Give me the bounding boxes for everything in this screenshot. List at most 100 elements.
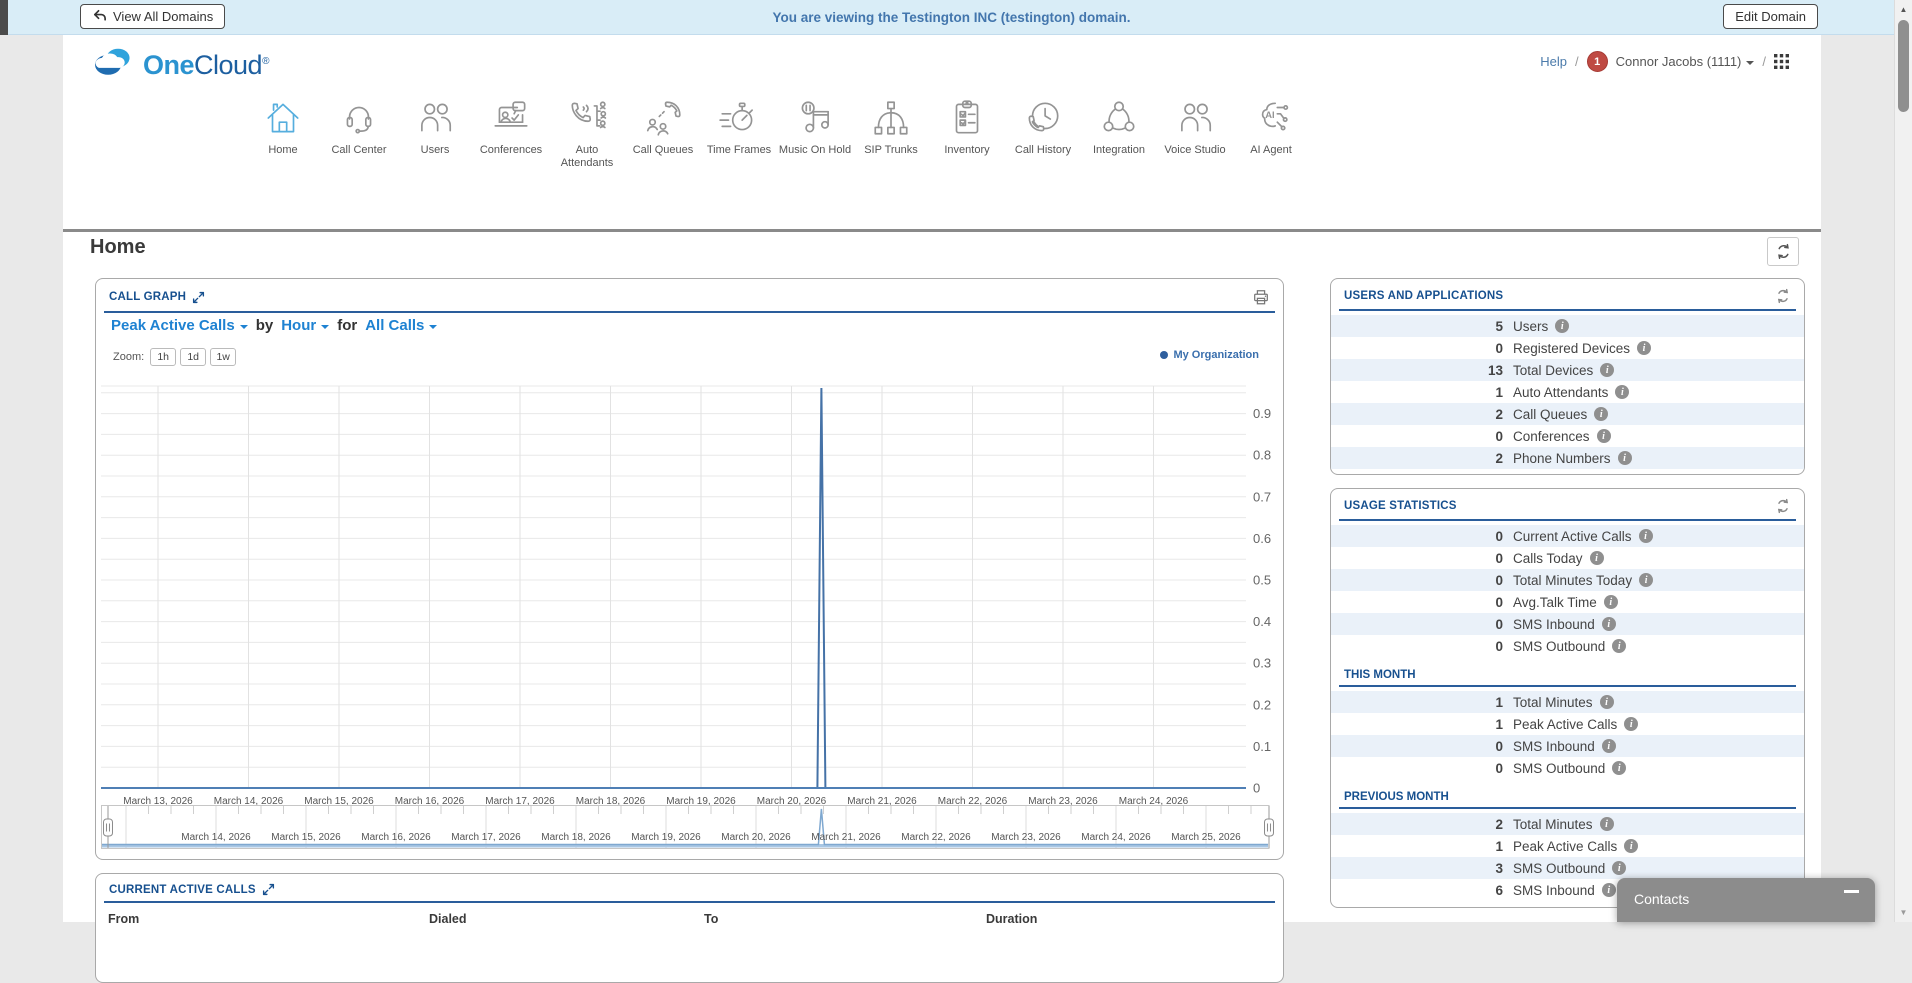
nav-item-auto-attendants[interactable]: Auto Attendants bbox=[549, 91, 625, 170]
onecloud-logo[interactable]: OneCloud® bbox=[92, 44, 269, 83]
svg-text:0.4: 0.4 bbox=[1253, 614, 1271, 629]
info-icon[interactable]: i bbox=[1615, 385, 1629, 399]
apps-grid-icon[interactable] bbox=[1774, 54, 1789, 69]
nav-item-call-queues[interactable]: Call Queues bbox=[625, 91, 701, 170]
svg-text:March 25, 2026: March 25, 2026 bbox=[1171, 832, 1241, 843]
info-icon[interactable]: i bbox=[1602, 883, 1616, 897]
info-icon[interactable]: i bbox=[1604, 595, 1618, 609]
nav-item-call-history[interactable]: Call History bbox=[1005, 91, 1081, 170]
stat-value: 1 bbox=[1331, 717, 1503, 732]
stat-label: Auto Attendants bbox=[1513, 385, 1608, 400]
help-link[interactable]: Help bbox=[1540, 54, 1567, 69]
info-icon[interactable]: i bbox=[1639, 573, 1653, 587]
nav-item-time-frames[interactable]: Time Frames bbox=[701, 91, 777, 170]
info-icon[interactable]: i bbox=[1600, 695, 1614, 709]
calls-table-header: FromDialedToDuration bbox=[96, 912, 1283, 934]
nav-item-home[interactable]: Home bbox=[245, 91, 321, 170]
print-icon[interactable] bbox=[1252, 288, 1270, 306]
svg-text:March 15, 2026: March 15, 2026 bbox=[271, 832, 341, 843]
separator: / bbox=[1762, 54, 1766, 69]
info-icon[interactable]: i bbox=[1594, 407, 1608, 421]
navigator-left-handle[interactable] bbox=[104, 806, 113, 848]
info-icon[interactable]: i bbox=[1597, 429, 1611, 443]
stat-label: Call Queues bbox=[1513, 407, 1587, 422]
zoom-1d-button[interactable]: 1d bbox=[180, 348, 206, 366]
stat-row: 3SMS Outboundi bbox=[1331, 857, 1804, 879]
nav-item-music-on-hold[interactable]: Music On Hold bbox=[777, 91, 853, 170]
view-all-domains-label: View All Domains bbox=[113, 9, 213, 24]
scrollbar-thumb[interactable] bbox=[1898, 20, 1909, 112]
stat-row: 1Total Minutesi bbox=[1331, 691, 1804, 713]
stat-value: 0 bbox=[1331, 529, 1503, 544]
stat-row: 2Total Minutesi bbox=[1331, 813, 1804, 835]
info-icon[interactable]: i bbox=[1600, 363, 1614, 377]
stat-row: 1Peak Active Callsi bbox=[1331, 835, 1804, 857]
nav-item-label: Time Frames bbox=[707, 144, 771, 157]
scroll-up-arrow-icon[interactable]: ▲ bbox=[1895, 1, 1912, 18]
page-refresh-button[interactable] bbox=[1767, 237, 1799, 266]
minimize-icon[interactable] bbox=[1844, 890, 1859, 893]
info-icon[interactable]: i bbox=[1618, 451, 1632, 465]
metric-dropdown[interactable]: Peak Active Calls bbox=[111, 317, 248, 334]
info-icon[interactable]: i bbox=[1555, 319, 1569, 333]
svg-text:March 14, 2026: March 14, 2026 bbox=[181, 832, 251, 843]
scroll-down-arrow-icon[interactable]: ▼ bbox=[1895, 904, 1912, 921]
logo-wordmark: OneCloud® bbox=[143, 46, 269, 81]
interval-dropdown[interactable]: Hour bbox=[281, 317, 329, 334]
info-icon[interactable]: i bbox=[1602, 739, 1616, 753]
nav-item-call-center[interactable]: Call Center bbox=[321, 91, 397, 170]
nav-item-sip-trunks[interactable]: SIP Trunks bbox=[853, 91, 929, 170]
nav-item-conferences[interactable]: Conferences bbox=[473, 91, 549, 170]
info-icon[interactable]: i bbox=[1600, 817, 1614, 831]
stat-value: 0 bbox=[1331, 595, 1503, 610]
nav-item-ai-agent[interactable]: AIAI Agent bbox=[1233, 91, 1309, 170]
filter-dropdown[interactable]: All Calls bbox=[365, 317, 437, 334]
refresh-icon[interactable] bbox=[1775, 498, 1791, 514]
zoom-1w-button[interactable]: 1w bbox=[210, 348, 236, 366]
expand-icon[interactable] bbox=[192, 291, 205, 304]
stat-row: 0SMS Inboundi bbox=[1331, 613, 1804, 635]
info-icon[interactable]: i bbox=[1590, 551, 1604, 565]
conference-icon bbox=[490, 97, 532, 139]
expand-icon[interactable] bbox=[262, 883, 275, 896]
nav-item-users[interactable]: Users bbox=[397, 91, 473, 170]
chevron-down-icon bbox=[240, 325, 248, 329]
svg-text:March 16, 2026: March 16, 2026 bbox=[361, 832, 431, 843]
nav-item-label: AI Agent bbox=[1250, 144, 1292, 157]
info-icon[interactable]: i bbox=[1624, 839, 1638, 853]
info-icon[interactable]: i bbox=[1624, 717, 1638, 731]
refresh-icon[interactable] bbox=[1775, 288, 1791, 304]
stat-row: 2Phone Numbersi bbox=[1331, 447, 1804, 469]
stat-label: SMS Outbound bbox=[1513, 761, 1605, 776]
stat-value: 0 bbox=[1331, 761, 1503, 776]
stat-value: 13 bbox=[1331, 363, 1503, 378]
stat-row: 0SMS Inboundi bbox=[1331, 735, 1804, 757]
info-icon[interactable]: i bbox=[1612, 761, 1626, 775]
info-icon[interactable]: i bbox=[1612, 861, 1626, 875]
contacts-dock[interactable]: Contacts bbox=[1617, 878, 1875, 922]
title-rule bbox=[104, 901, 1275, 903]
stat-value: 0 bbox=[1331, 617, 1503, 632]
user-dropdown[interactable]: Connor Jacobs (1111) bbox=[1616, 54, 1755, 69]
auto-attendant-icon bbox=[566, 97, 608, 139]
call-graph-chart[interactable]: March 13, 2026March 14, 2026March 15, 20… bbox=[101, 379, 1279, 857]
nav-item-voice-studio[interactable]: Voice Studio bbox=[1157, 91, 1233, 170]
info-icon[interactable]: i bbox=[1612, 639, 1626, 653]
stat-row: 0SMS Outboundi bbox=[1331, 635, 1804, 657]
edit-domain-button[interactable]: Edit Domain bbox=[1723, 4, 1818, 29]
info-icon[interactable]: i bbox=[1639, 529, 1653, 543]
window-scrollbar[interactable]: ▲ ▼ bbox=[1894, 0, 1912, 922]
edit-domain-label: Edit Domain bbox=[1735, 9, 1806, 24]
nav-item-integration[interactable]: Integration bbox=[1081, 91, 1157, 170]
info-icon[interactable]: i bbox=[1602, 617, 1616, 631]
svg-text:March 22, 2026: March 22, 2026 bbox=[901, 832, 971, 843]
navigator-right-handle[interactable] bbox=[1265, 806, 1274, 848]
integration-icon bbox=[1098, 97, 1140, 139]
legend-item[interactable]: My Organization bbox=[1160, 349, 1259, 361]
main-nav: HomeCall CenterUsersConferencesAuto Atte… bbox=[63, 91, 1821, 170]
separator: / bbox=[1575, 54, 1579, 69]
info-icon[interactable]: i bbox=[1637, 341, 1651, 355]
zoom-1h-button[interactable]: 1h bbox=[150, 348, 176, 366]
nav-item-inventory[interactable]: Inventory bbox=[929, 91, 1005, 170]
view-all-domains-button[interactable]: View All Domains bbox=[80, 4, 225, 29]
